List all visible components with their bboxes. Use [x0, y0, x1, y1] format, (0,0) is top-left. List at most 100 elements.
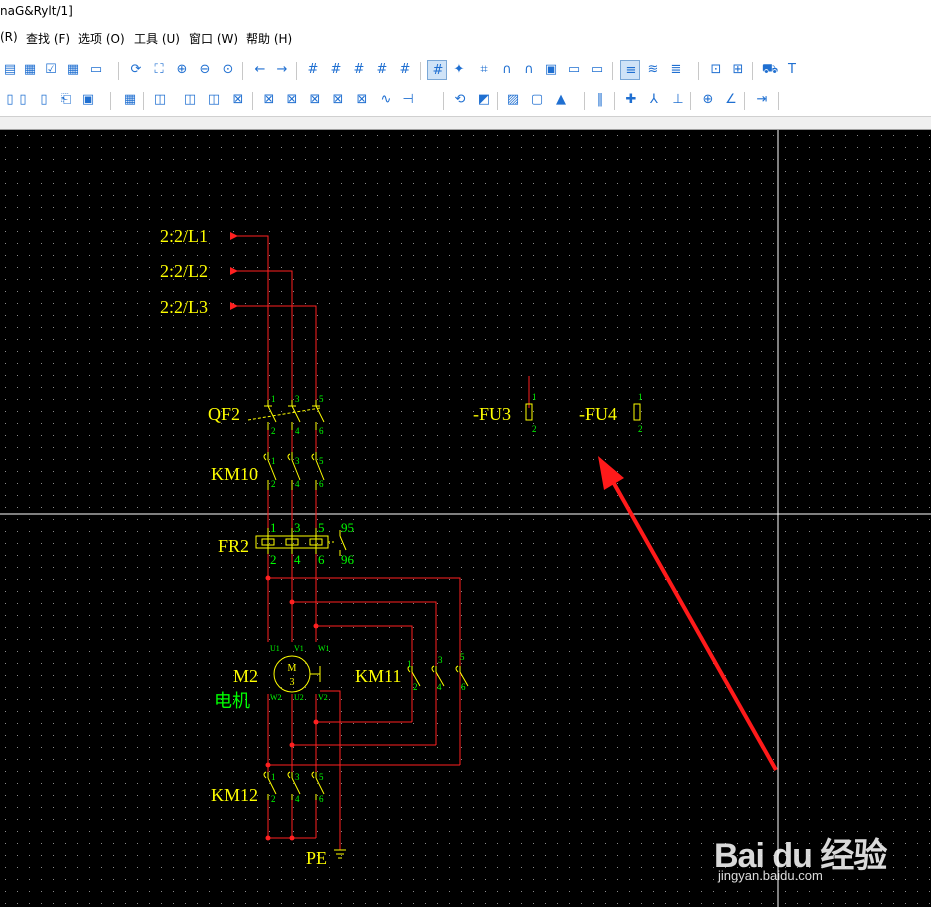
- page-props-icon[interactable]: ▯: [13, 90, 33, 110]
- zoom-in-icon[interactable]: ⊕: [172, 60, 192, 80]
- line-icon[interactable]: ▭: [587, 60, 607, 80]
- terminal-label: W1: [318, 644, 330, 653]
- pin-label: 2: [638, 424, 643, 434]
- angle-icon[interactable]: ∠: [721, 90, 741, 110]
- ref-km11[interactable]: KM11: [355, 666, 401, 686]
- window-icon[interactable]: ▭: [86, 60, 106, 80]
- toolbar-separator: [143, 92, 144, 110]
- zoom-all-icon[interactable]: ⊙: [218, 60, 238, 80]
- ref-l2: 2:2/L2: [160, 261, 208, 281]
- snap-icon[interactable]: ✦: [449, 60, 469, 80]
- bridge-icon[interactable]: ⊣: [398, 90, 418, 110]
- forward-icon[interactable]: →: [272, 60, 292, 80]
- text-icon[interactable]: T: [782, 60, 802, 80]
- pin-label: 2: [271, 479, 276, 489]
- pin-label: 1: [271, 772, 276, 782]
- hash-icon[interactable]: ⌗: [474, 60, 494, 80]
- number-icon[interactable]: ▭: [564, 60, 584, 80]
- pin-label: 1: [270, 520, 277, 535]
- connect-icon[interactable]: ⊞: [728, 60, 748, 80]
- toolbar-separator: [443, 92, 444, 110]
- hatch-fill-icon[interactable]: ▨: [503, 90, 523, 110]
- pin-label: 4: [294, 552, 301, 567]
- circuit1-icon[interactable]: ◫: [150, 90, 170, 110]
- device2-icon[interactable]: ⊠: [259, 90, 279, 110]
- menu-bar: (R) 查找 (F) 选项 (O) 工具 (U) 窗口 (W) 帮助 (H): [0, 26, 931, 48]
- select-icon[interactable]: ⊡: [706, 60, 726, 80]
- menu-item-options[interactable]: 选项 (O): [78, 30, 125, 47]
- device5-icon[interactable]: ⊠: [328, 90, 348, 110]
- pin-label: 5: [319, 772, 324, 782]
- magnet-on-icon[interactable]: ∩: [519, 60, 539, 80]
- cross-icon[interactable]: ✚: [621, 90, 641, 110]
- pin-label: 5: [318, 520, 325, 535]
- ref-fu3[interactable]: -FU3: [473, 404, 511, 424]
- junction-icon[interactable]: ⊕: [698, 90, 718, 110]
- menu-item-tools[interactable]: 工具 (U): [134, 30, 180, 47]
- pin-label: 3: [438, 655, 443, 665]
- pin-label: 4: [295, 794, 300, 804]
- pin-label: 4: [437, 682, 442, 692]
- grid-e-icon[interactable]: #: [395, 60, 415, 80]
- grid-b-icon[interactable]: #: [326, 60, 346, 80]
- text-style-icon[interactable]: ≋: [643, 60, 663, 80]
- pin-label: 1: [271, 394, 276, 404]
- green-wave-icon[interactable]: ∿: [376, 90, 396, 110]
- grid-d-icon[interactable]: #: [372, 60, 392, 80]
- refresh-icon[interactable]: ⟳: [126, 60, 146, 80]
- ref-l3: 2:2/L3: [160, 297, 208, 317]
- ref-km12[interactable]: KM12: [211, 785, 258, 805]
- box-icon[interactable]: ▢: [527, 90, 547, 110]
- bus-icon[interactable]: ‖: [590, 90, 610, 110]
- ref-fr2[interactable]: FR2: [218, 536, 249, 556]
- open-icon[interactable]: ▤: [0, 60, 20, 80]
- hatch-icon[interactable]: ≡: [620, 60, 640, 80]
- ref-pe: PE: [306, 848, 327, 868]
- branch-icon[interactable]: ⅄: [644, 90, 664, 110]
- symbol-icon[interactable]: ▣: [78, 90, 98, 110]
- tap-icon[interactable]: ⊥: [668, 90, 688, 110]
- pin-label: 5: [319, 456, 324, 466]
- zoom-fit-icon[interactable]: ⛶: [149, 60, 169, 80]
- magnet-icon[interactable]: ∩: [497, 60, 517, 80]
- device1-icon[interactable]: ⊠: [228, 90, 248, 110]
- toolbar-separator: [752, 62, 753, 80]
- ref-qf2[interactable]: QF2: [208, 404, 240, 424]
- check-icon[interactable]: ☑: [41, 60, 61, 80]
- fill-icon[interactable]: ◩: [474, 90, 494, 110]
- zoom-out-icon[interactable]: ⊖: [195, 60, 215, 80]
- grid-toggle-icon[interactable]: #: [427, 60, 447, 80]
- toolbar-separator: [744, 92, 745, 110]
- circuit3-icon[interactable]: ◫: [204, 90, 224, 110]
- menu-item-r[interactable]: (R): [0, 30, 18, 44]
- pin-label: 6: [319, 479, 324, 489]
- print-preview-icon[interactable]: ▦: [20, 60, 40, 80]
- menu-item-find[interactable]: 查找 (F): [26, 30, 70, 47]
- device6-icon[interactable]: ⊠: [352, 90, 372, 110]
- list-icon[interactable]: ≣: [666, 60, 686, 80]
- grid-c-icon[interactable]: #: [349, 60, 369, 80]
- symbol-lib-icon[interactable]: ▦: [120, 90, 140, 110]
- pin-label: 2: [270, 552, 277, 567]
- grid-a-icon[interactable]: #: [303, 60, 323, 80]
- page-export-icon[interactable]: ⎗: [56, 90, 76, 110]
- menu-item-window[interactable]: 窗口 (W): [189, 30, 238, 47]
- green-line-icon[interactable]: ⇥: [752, 90, 772, 110]
- device3-icon[interactable]: ⊠: [282, 90, 302, 110]
- ref-m2[interactable]: M2: [233, 666, 258, 686]
- component-icon[interactable]: ▣: [541, 60, 561, 80]
- table-icon[interactable]: ▦: [63, 60, 83, 80]
- ref-km10[interactable]: KM10: [211, 464, 258, 484]
- device4-icon[interactable]: ⊠: [305, 90, 325, 110]
- terminal-icon[interactable]: ▲: [551, 90, 571, 110]
- pin-label: 2: [271, 426, 276, 436]
- arrow-connect-icon[interactable]: ⟲: [450, 90, 470, 110]
- pin-label: 3: [295, 456, 300, 466]
- circuit2-icon[interactable]: ◫: [180, 90, 200, 110]
- cart-icon[interactable]: ⛟: [760, 60, 780, 80]
- back-icon[interactable]: ←: [250, 60, 270, 80]
- schematic-canvas[interactable]: M 3 2:2/L1 2:2/L2 2:2/L3 QF2 KM10 FR2 -F…: [0, 130, 931, 907]
- menu-item-help[interactable]: 帮助 (H): [246, 30, 292, 47]
- ref-fu4[interactable]: -FU4: [579, 404, 617, 424]
- page-copy-icon[interactable]: ▯: [34, 90, 54, 110]
